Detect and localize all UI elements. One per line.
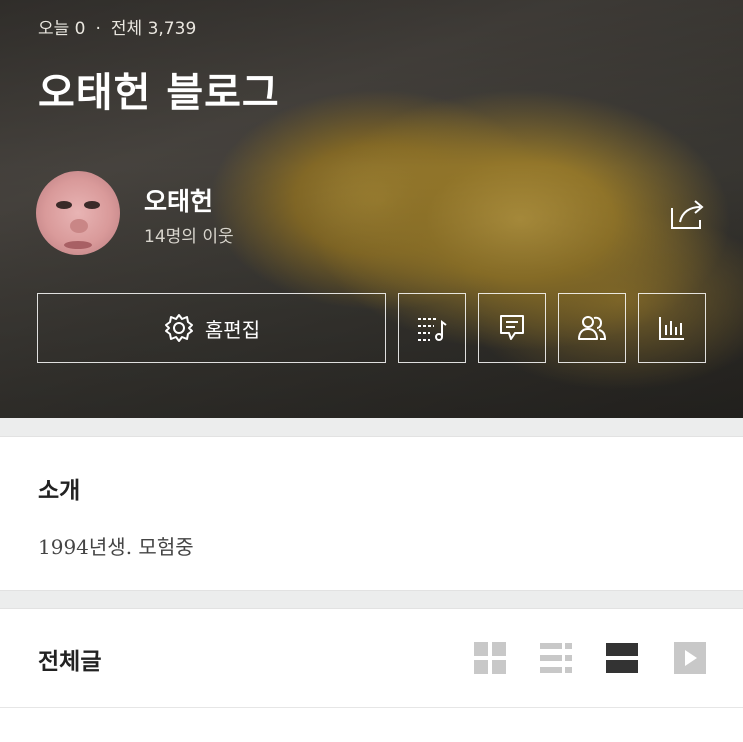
blog-title[interactable]: 오태헌 블로그: [38, 60, 280, 118]
visit-today: 오늘 0: [38, 19, 86, 39]
intro-heading: 소개: [38, 478, 81, 504]
neighbor-count[interactable]: 14명의 이웃: [144, 222, 234, 247]
grid-view-icon: [474, 642, 506, 674]
playlist-music-icon: [418, 318, 447, 341]
divider: [0, 707, 743, 708]
video-view-button[interactable]: [672, 640, 708, 676]
chat-icon: [500, 315, 524, 340]
guestbook-button[interactable]: [478, 293, 546, 363]
intro-section: 소개 1994년생. 모험중: [0, 436, 743, 591]
neighbors-button[interactable]: [558, 293, 626, 363]
posts-heading: 전체글: [38, 649, 102, 675]
card-view-button[interactable]: [604, 640, 640, 676]
music-playlist-button[interactable]: [398, 293, 466, 363]
statistics-button[interactable]: [638, 293, 706, 363]
card-view-icon: [606, 643, 638, 673]
avatar[interactable]: [36, 171, 120, 255]
visit-separator: ·: [95, 19, 101, 39]
stats-icon: [659, 317, 684, 340]
share-icon: [671, 200, 704, 229]
grid-view-button[interactable]: [472, 640, 508, 676]
list-view-button[interactable]: [538, 640, 574, 676]
all-posts-section: 전체글: [0, 608, 743, 742]
gear-icon: [164, 314, 193, 342]
cover-header: 오늘 0 · 전체 3,739 오태헌 블로그 오태헌 14명의 이웃 홈편집: [0, 0, 743, 418]
visit-counter: 오늘 0 · 전체 3,739: [38, 14, 196, 39]
owner-name[interactable]: 오태헌: [144, 182, 213, 218]
share-button[interactable]: [668, 196, 708, 232]
list-view-icon: [540, 643, 572, 673]
intro-text: 1994년생. 모험중: [38, 535, 194, 559]
video-view-icon: [674, 642, 706, 674]
people-icon: [578, 316, 607, 340]
visit-total: 전체 3,739: [110, 19, 197, 39]
home-edit-button[interactable]: 홈편집: [37, 293, 386, 363]
home-edit-label: 홈편집: [204, 317, 261, 342]
